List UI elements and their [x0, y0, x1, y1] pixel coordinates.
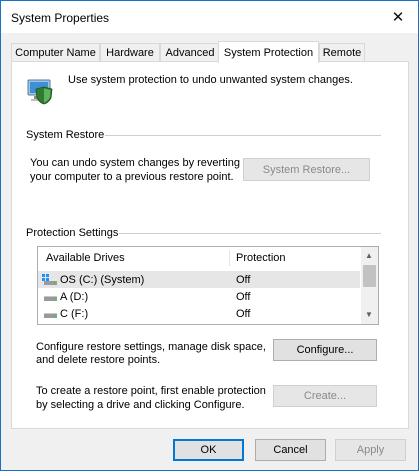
close-button[interactable]: ✕ — [378, 1, 418, 33]
drive-protection-status: Off — [236, 290, 251, 303]
drive-row[interactable]: OS (C:) (System) Off — [38, 271, 360, 288]
drive-row[interactable]: A (D:) Off — [38, 288, 360, 305]
drive-name: A (D:) — [60, 290, 89, 303]
tab-label: Computer Name — [15, 47, 96, 59]
close-icon: ✕ — [391, 9, 405, 26]
configure-text-2: and delete restore points. — [36, 354, 161, 366]
list-scrollbar[interactable]: ▲ ▼ — [361, 247, 378, 324]
create-text-1: To create a restore point, first enable … — [36, 385, 266, 397]
intro-text: Use system protection to undo unwanted s… — [68, 74, 353, 86]
system-properties-window: System Properties ✕ Computer Name Hardwa… — [0, 0, 419, 471]
tab-system-protection[interactable]: System Protection — [218, 41, 319, 63]
drive-protection-status: Off — [236, 307, 251, 320]
ok-button[interactable]: OK — [173, 439, 244, 461]
system-restore-button[interactable]: System Restore... — [243, 158, 370, 181]
scroll-up-icon[interactable]: ▲ — [365, 251, 373, 260]
system-protection-icon — [27, 79, 53, 105]
create-button[interactable]: Create... — [273, 385, 377, 407]
group-divider — [105, 135, 381, 136]
tab-hardware[interactable]: Hardware — [100, 43, 160, 62]
drive-name: OS (C:) (System) — [60, 273, 145, 286]
tab-remote[interactable]: Remote — [319, 43, 365, 62]
tab-label: System Protection — [223, 46, 314, 59]
title-bar: System Properties ✕ — [1, 1, 418, 33]
system-restore-heading: System Restore — [26, 129, 105, 141]
create-text-2: by selecting a drive and clicking Config… — [36, 399, 245, 411]
configure-button[interactable]: Configure... — [273, 339, 377, 361]
tab-label: Hardware — [106, 47, 154, 59]
column-header-drives[interactable]: Available Drives — [46, 247, 125, 269]
tab-computer-name[interactable]: Computer Name — [11, 43, 100, 62]
tab-advanced[interactable]: Advanced — [160, 43, 220, 62]
drive-icon — [42, 305, 58, 322]
drive-protection-status: Off — [236, 273, 251, 286]
configure-text-1: Configure restore settings, manage disk … — [36, 341, 266, 353]
drive-name: C (F:) — [60, 307, 89, 320]
system-restore-text-1: You can undo system changes by reverting — [30, 157, 240, 169]
protection-settings-heading: Protection Settings — [26, 227, 119, 239]
window-title: System Properties — [11, 11, 110, 25]
system-drive-icon — [42, 271, 58, 288]
system-restore-text-2: your computer to a previous restore poin… — [30, 171, 234, 183]
cancel-button[interactable]: Cancel — [255, 439, 326, 461]
drives-list[interactable]: Available Drives Protection OS (C:) (Sys… — [37, 246, 379, 325]
tab-panel — [11, 61, 409, 429]
scroll-down-icon[interactable]: ▼ — [365, 310, 373, 319]
apply-button[interactable]: Apply — [335, 439, 406, 461]
drive-row[interactable]: C (F:) Off — [38, 305, 360, 322]
scrollbar-thumb[interactable] — [363, 265, 376, 287]
column-separator — [229, 250, 230, 266]
tab-label: Advanced — [165, 47, 215, 59]
column-header-protection[interactable]: Protection — [236, 247, 286, 269]
tab-label: Remote — [322, 47, 362, 59]
drive-icon — [42, 288, 58, 305]
group-divider — [119, 233, 381, 234]
